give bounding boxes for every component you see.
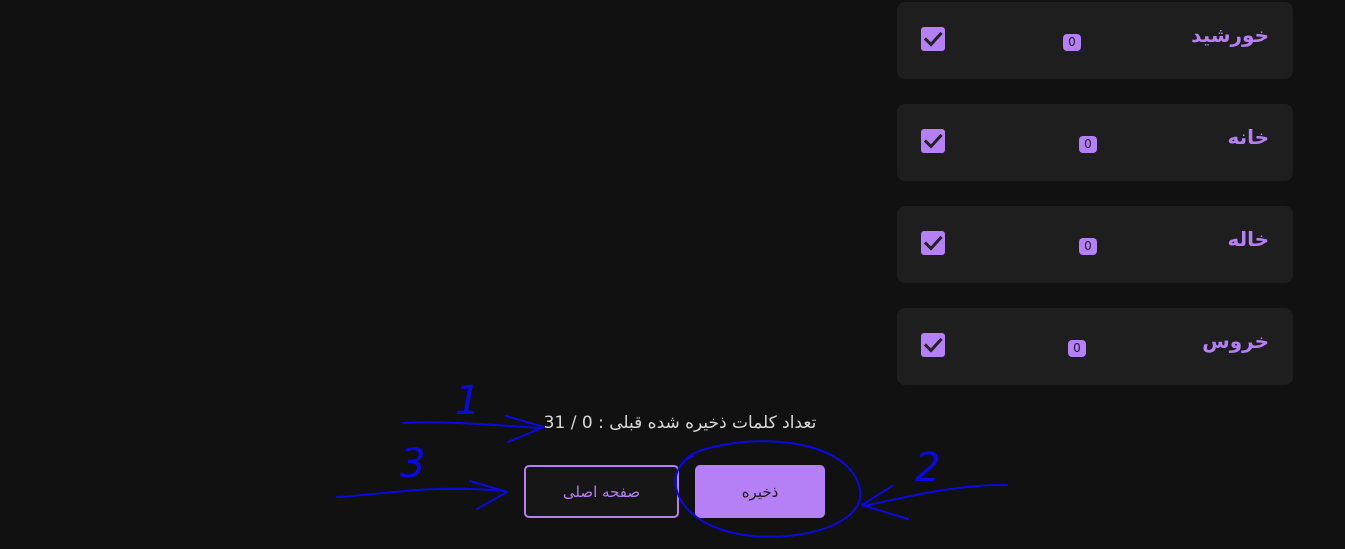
word-selection-page: 0 خورشید 0 خانه 0 خاله 0 خروس تعداد کلما… [0, 0, 1345, 549]
word-count-badge: 0 [1063, 34, 1081, 51]
word-label: خانه [1227, 125, 1269, 149]
annotation-label-1: 1 [455, 378, 480, 424]
annotation-arrow-3 [336, 487, 506, 498]
word-count-badge: 0 [1079, 136, 1097, 153]
word-card: 0 خاله [897, 206, 1293, 283]
word-checkbox[interactable] [921, 231, 945, 255]
word-label: خروس [1202, 329, 1269, 353]
word-card: 0 خروس [897, 308, 1293, 385]
annotation-arrow-2 [863, 483, 1008, 507]
word-checkbox[interactable] [921, 333, 945, 357]
word-checkbox[interactable] [921, 27, 945, 51]
word-label: خورشید [1191, 23, 1269, 47]
word-card: 0 خانه [897, 104, 1293, 181]
checkmark-icon [923, 337, 943, 353]
save-button[interactable]: ذخیره [695, 465, 825, 518]
checkmark-icon [923, 31, 943, 47]
word-count-badge: 0 [1068, 340, 1086, 357]
word-count-badge: 0 [1079, 238, 1097, 255]
annotation-label-2: 2 [915, 445, 940, 491]
checkmark-icon [923, 133, 943, 149]
saved-words-count: تعداد کلمات ذخیره شده قبلی : 0 / 31 [543, 413, 817, 433]
checkmark-icon [923, 235, 943, 251]
word-card: 0 خورشید [897, 2, 1293, 79]
annotation-label-3: 3 [400, 441, 425, 487]
annotation-arrowhead-3 [469, 480, 508, 510]
word-label: خاله [1227, 227, 1269, 251]
word-checkbox[interactable] [921, 129, 945, 153]
annotation-arrowhead-2 [861, 485, 909, 520]
home-button[interactable]: صفحه اصلی [524, 465, 679, 518]
